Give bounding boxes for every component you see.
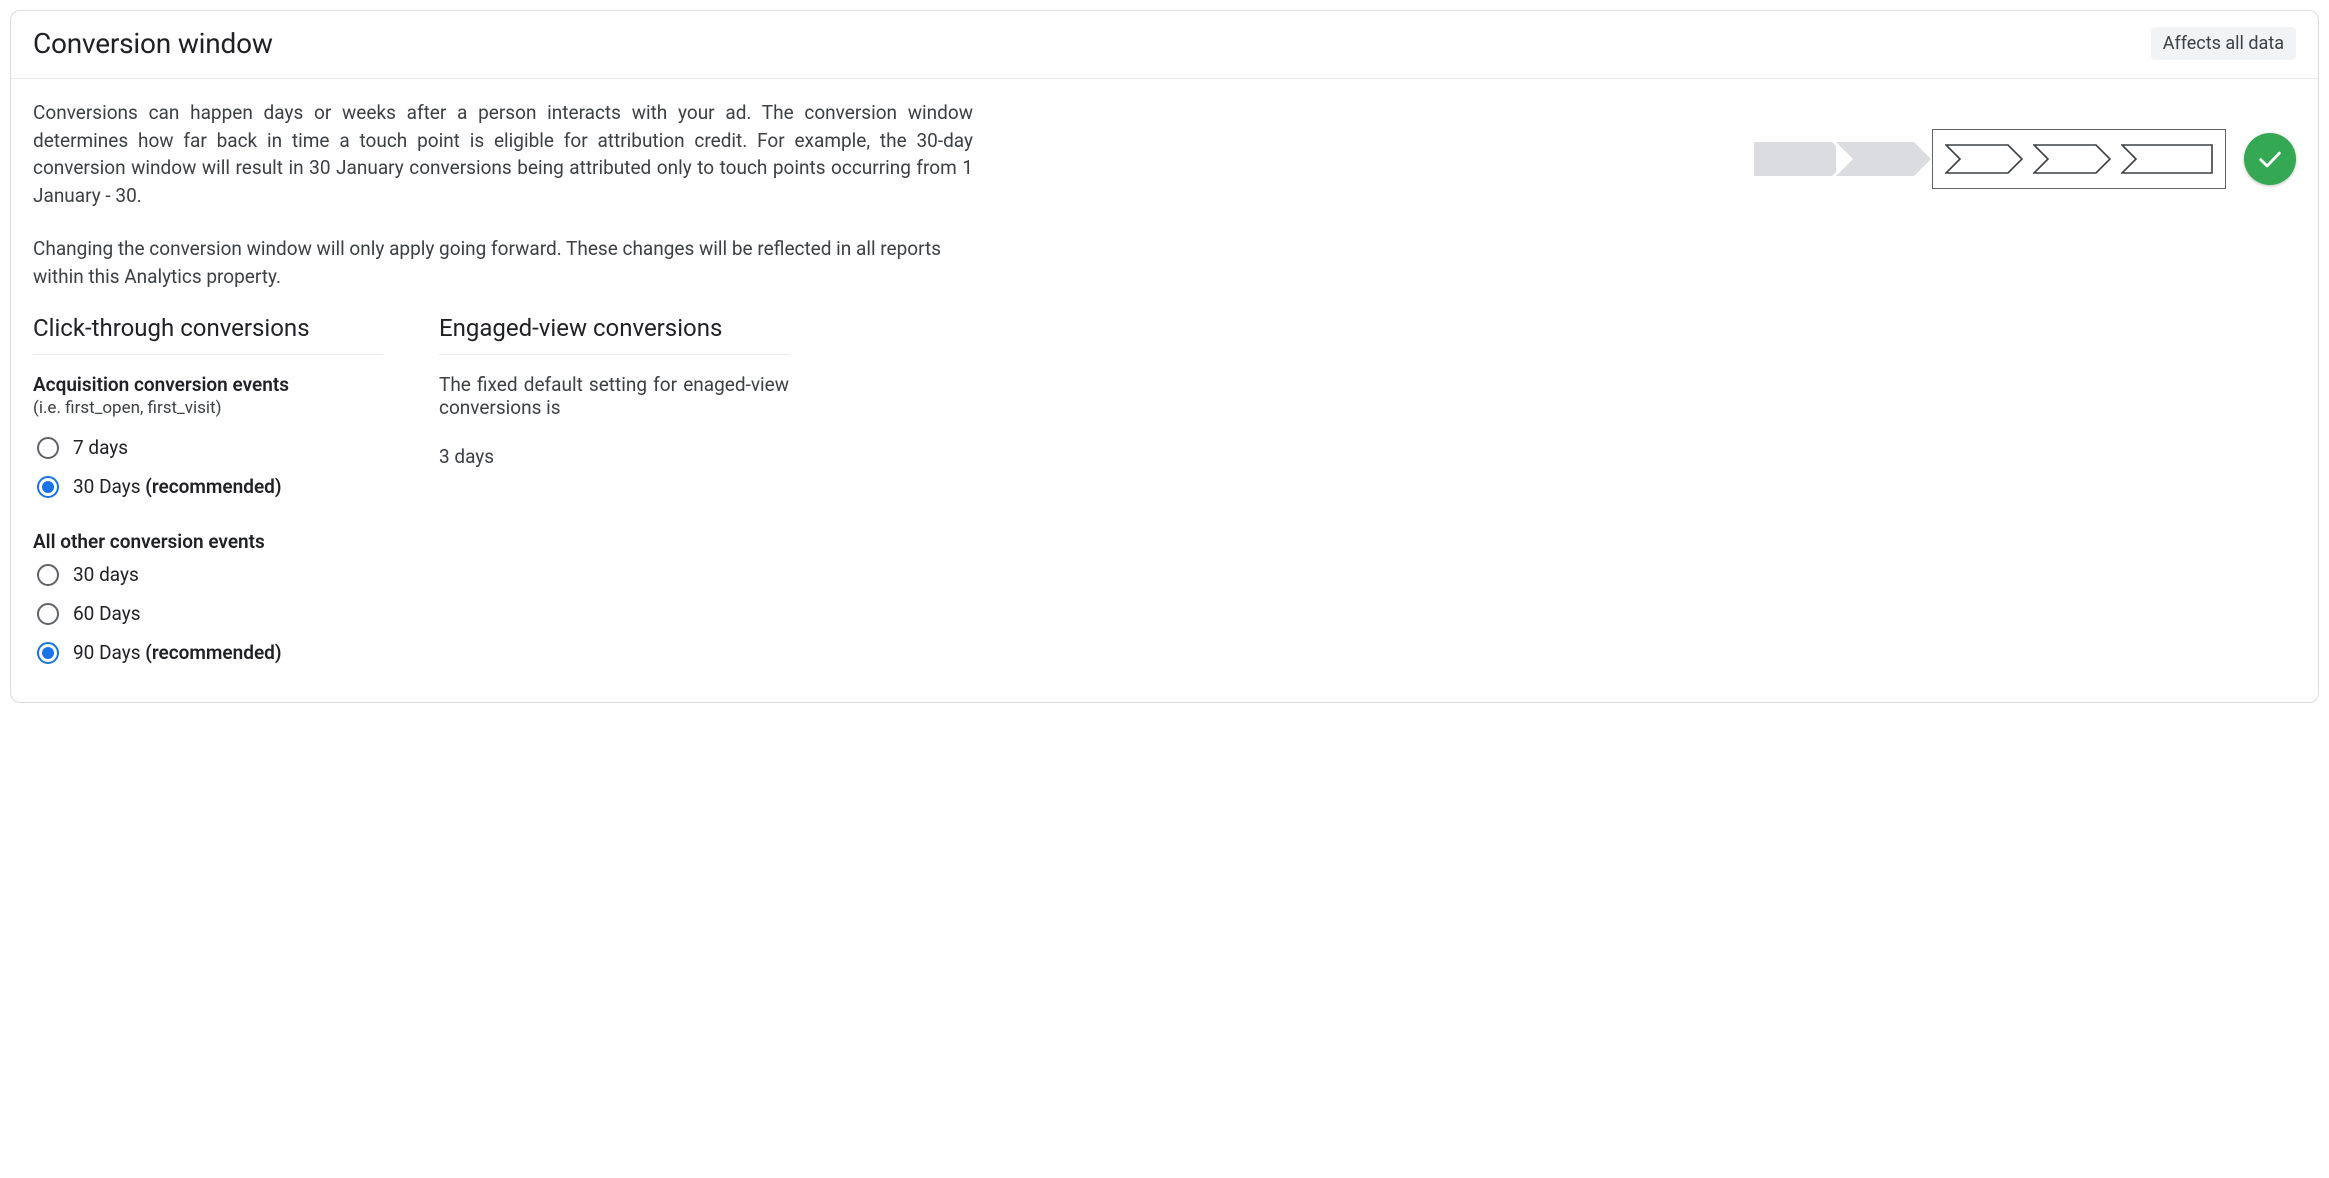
left-column: Conversions can happen days or weeks aft…	[33, 99, 973, 672]
chevron-outline-icon	[2033, 144, 2111, 174]
chevron-filled-icon	[1836, 142, 1914, 176]
right-column	[997, 99, 2296, 672]
check-circle-icon	[2244, 133, 2296, 185]
chevron-solid-group	[1754, 142, 1914, 176]
radio-label-recommended: (recommended)	[145, 641, 281, 664]
radio-label: 30 Days (recommended)	[73, 475, 282, 498]
click-through-title: Click-through conversions	[33, 314, 383, 355]
radio-label-text: 7 days	[73, 436, 128, 459]
radio-icon	[37, 642, 59, 664]
radio-option-other-30-days[interactable]: 30 days	[33, 555, 383, 594]
card-header: Conversion window Affects all data	[11, 11, 2318, 79]
acquisition-group-title: Acquisition conversion events	[33, 373, 383, 396]
affects-all-data-badge: Affects all data	[2151, 27, 2296, 60]
radio-icon	[37, 476, 59, 498]
acquisition-conversion-group: Acquisition conversion events (i.e. firs…	[33, 373, 383, 506]
acquisition-group-subtitle: (i.e. first_open, first_visit)	[33, 398, 383, 418]
radio-label: 60 Days	[73, 602, 141, 625]
radio-option-other-60-days[interactable]: 60 Days	[33, 594, 383, 633]
attribution-window-box	[1932, 129, 2226, 189]
radio-icon	[37, 437, 59, 459]
radio-option-acquisition-30-days[interactable]: 30 Days (recommended)	[33, 467, 383, 506]
chevron-filled-icon	[1754, 142, 1832, 176]
other-conversion-group: All other conversion events 30 days 60	[33, 530, 383, 672]
check-icon	[2256, 145, 2284, 173]
conversion-window-card: Conversion window Affects all data Conve…	[10, 10, 2319, 703]
radio-label-recommended: (recommended)	[145, 475, 281, 498]
radio-icon	[37, 603, 59, 625]
radio-label-text: 30 Days	[73, 475, 145, 498]
radio-option-acquisition-7-days[interactable]: 7 days	[33, 428, 383, 467]
engaged-view-desc: The fixed default setting for enaged-vie…	[439, 373, 789, 419]
chevron-outline-icon	[1945, 144, 2023, 174]
other-group-title: All other conversion events	[33, 530, 383, 553]
description-paragraph-1: Conversions can happen days or weeks aft…	[33, 99, 973, 209]
engaged-view-section: Engaged-view conversions The fixed defau…	[439, 314, 789, 672]
radio-icon	[37, 564, 59, 586]
radio-label-text: 90 Days	[73, 641, 145, 664]
click-through-section: Click-through conversions Acquisition co…	[33, 314, 383, 672]
radio-label: 7 days	[73, 436, 128, 459]
card-body: Conversions can happen days or weeks aft…	[11, 79, 2318, 702]
radio-option-other-90-days[interactable]: 90 Days (recommended)	[33, 633, 383, 672]
description-paragraph-2: Changing the conversion window will only…	[33, 235, 973, 290]
card-title: Conversion window	[33, 27, 273, 60]
chevron-outline-icon	[2121, 144, 2213, 174]
radio-label: 90 Days (recommended)	[73, 641, 282, 664]
conversion-sections: Click-through conversions Acquisition co…	[33, 314, 973, 672]
radio-label-text: 30 days	[73, 563, 139, 586]
radio-label: 30 days	[73, 563, 139, 586]
attribution-illustration	[1754, 129, 2296, 189]
engaged-view-value: 3 days	[439, 445, 789, 468]
radio-label-text: 60 Days	[73, 602, 141, 625]
engaged-view-title: Engaged-view conversions	[439, 314, 789, 355]
